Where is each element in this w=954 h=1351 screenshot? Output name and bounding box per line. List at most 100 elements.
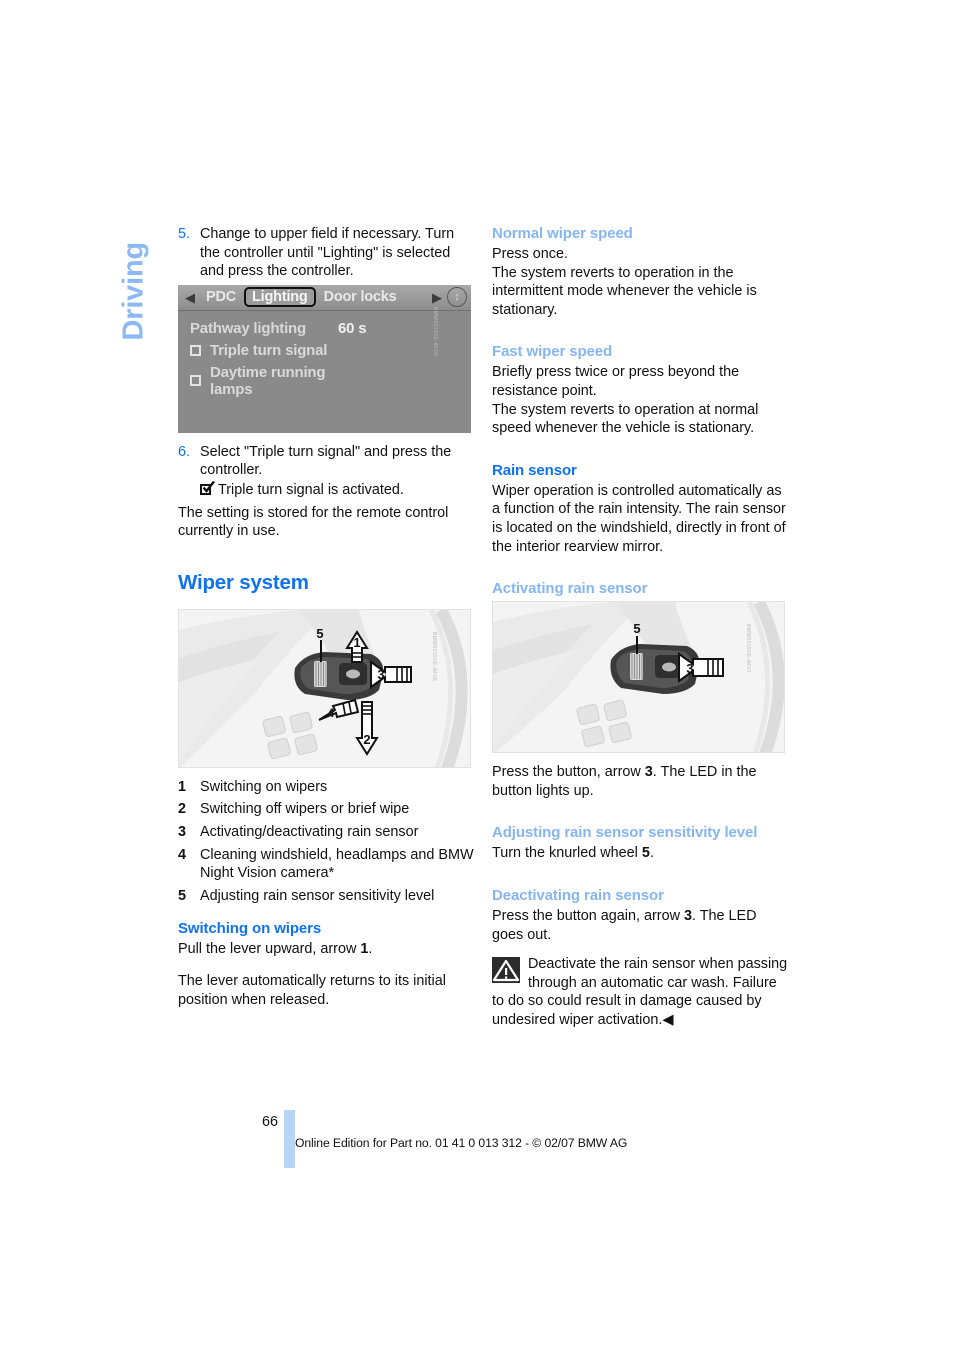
svg-text:4: 4: [328, 706, 335, 720]
figure-code: BMW0015VE-AF05: [431, 306, 438, 357]
legend-text: Activating/deactivating rain sensor: [200, 823, 419, 840]
idrive-screen-figure: ◀ PDC Lighting Door locks ▶ ↕ Pathway li…: [178, 284, 471, 433]
heading-activating-rain-sensor: Activating rain sensor: [492, 580, 648, 598]
step-result-text: Triple turn signal is activated.: [218, 481, 404, 498]
step-text: Change to upper field if necessary. Turn…: [200, 226, 455, 280]
idrive-tab-door-locks[interactable]: Door locks: [316, 289, 405, 305]
figure-code: BMW0015VE-AF06: [430, 631, 437, 681]
legend-text: Cleaning windshield, headlamps and BMW N…: [200, 846, 474, 882]
scroll-indicator-icon: ↕: [447, 287, 467, 308]
svg-text:5: 5: [316, 626, 323, 641]
heading-normal-wiper-speed: Normal wiper speed: [492, 225, 633, 242]
legend-number: 2: [178, 801, 187, 818]
legend-text: Switching on wipers: [200, 778, 328, 795]
step-result: Triple turn signal is activated.: [200, 480, 474, 500]
idrive-row-label: Triple turn signal: [210, 341, 328, 359]
setting-stored-text: The setting is stored for the remote con…: [178, 504, 449, 540]
lever-return-text: The lever automatically returns to its i…: [178, 972, 446, 1008]
heading-deactivating-rain-sensor: Deactivating rain sensor: [492, 886, 664, 904]
instruction-text: Pull the lever upward, arrow: [178, 941, 361, 958]
idrive-row-label: Daytime running lamps: [210, 363, 326, 398]
heading-switching-on-wipers: Switching on wipers: [178, 920, 322, 938]
rain-sensor-illustration: 5 3: [493, 602, 784, 753]
instruction-text: Press the button again, arrow: [492, 907, 684, 924]
switching-on-instruction: Pull the lever upward, arrow 1.: [178, 940, 474, 959]
chevron-left-icon[interactable]: ◀: [182, 291, 198, 304]
page-number: 66: [262, 1114, 279, 1130]
checkmark-icon: [202, 480, 215, 493]
procedure-step-5: 5. Change to upper field if necessary. T…: [178, 225, 474, 281]
idrive-row-daytime-running-lamps[interactable]: Daytime running lamps: [190, 364, 459, 398]
heading-fast-wiper-speed: Fast wiper speed: [492, 343, 613, 361]
wiper-stalk-illustration: 5 1 2 3 4: [179, 609, 470, 767]
legend-number: 3: [178, 823, 187, 840]
rain-sensor-description: Wiper operation is controlled automatica…: [492, 482, 786, 555]
idrive-row-pathway-lighting[interactable]: Pathway lighting 60 s: [190, 320, 459, 337]
procedure-step-6: 6. Select "Triple turn signal" and press…: [178, 443, 474, 500]
legend-item: 4 Cleaning windshield, headlamps and BMW…: [178, 846, 474, 883]
idrive-row-triple-turn-signal[interactable]: Triple turn signal: [190, 342, 459, 359]
adjusting-instruction: Turn the knurled wheel 5.: [492, 844, 788, 863]
legend-item: 1 Switching on wipers: [178, 778, 474, 797]
idrive-menu-bar: ◀ PDC Lighting Door locks ▶ ↕: [178, 284, 471, 311]
instruction-text-end: .: [368, 941, 373, 958]
idrive-row-value: 60 s: [338, 319, 367, 337]
legend-number: 1: [178, 778, 187, 795]
svg-text:3: 3: [377, 667, 384, 682]
checkbox-icon[interactable]: [190, 344, 201, 356]
step-number: 6.: [178, 443, 191, 460]
chevron-right-icon[interactable]: ▶: [429, 291, 445, 304]
left-column: 5. Change to upper field if necessary. T…: [178, 225, 474, 1022]
legend-item: 2 Switching off wipers or brief wipe: [178, 800, 474, 819]
idrive-menu-body: Pathway lighting 60 s Triple turn signal…: [178, 310, 471, 433]
step-text: Select "Triple turn signal" and press th…: [200, 443, 452, 479]
wiper-legend-list: 1 Switching on wipers 2 Switching off wi…: [178, 778, 474, 906]
idrive-tab-lighting[interactable]: Lighting: [244, 287, 316, 308]
idrive-row-label: Pathway lighting: [190, 319, 306, 337]
idrive-tab-pdc[interactable]: PDC: [198, 289, 244, 305]
warning-text: Deactivate the rain sensor when passing …: [492, 956, 788, 1028]
checkbox-icon[interactable]: [190, 375, 201, 387]
deactivating-instruction: Press the button again, arrow 3. The LED…: [492, 907, 788, 944]
edition-line: Online Edition for Part no. 01 41 0 013 …: [295, 1136, 628, 1150]
section-title-wiper-system: Wiper system: [178, 570, 309, 594]
legend-text: Switching off wipers or brief wipe: [200, 801, 410, 818]
chapter-tab-label: Driving: [117, 242, 150, 341]
svg-text:5: 5: [633, 621, 640, 636]
right-column: Normal wiper speed Press once. The syste…: [492, 225, 788, 1029]
control-reference: 5: [641, 845, 650, 862]
rain-sensor-figure: 5 3 BMW0015VE-AF07: [492, 601, 785, 754]
normal-speed-line1: Press once.: [492, 246, 568, 262]
warning-triangle-glyph: [492, 959, 520, 982]
activating-instruction: Press the button, arrow 3. The LED in th…: [492, 763, 788, 800]
checked-checkbox-icon: [200, 480, 215, 497]
legend-number: 4: [178, 846, 187, 863]
figure-code: BMW0015VE-AF07: [744, 624, 751, 674]
normal-speed-line2: The system reverts to operation in the i…: [492, 264, 757, 318]
legend-text: Adjusting rain sensor sensitivity level: [200, 887, 435, 904]
instruction-text: Press the button, arrow: [492, 764, 645, 781]
fast-speed-line1: Briefly press twice or press beyond the …: [492, 364, 740, 399]
page-marker-bar: [284, 1110, 295, 1168]
legend-item: 5 Adjusting rain sensor sensitivity leve…: [178, 887, 474, 906]
legend-number: 5: [178, 887, 187, 904]
instruction-text: Turn the knurled wheel: [492, 845, 642, 862]
step-text-wrapper: Select "Triple turn signal" and press th…: [200, 443, 474, 500]
svg-text:1: 1: [353, 635, 360, 650]
step-number: 5.: [178, 226, 191, 242]
warning-end-marker: ◀: [662, 1011, 674, 1028]
instruction-text-end: .: [649, 845, 654, 862]
svg-text:3: 3: [686, 661, 693, 676]
svg-text:2: 2: [363, 732, 370, 747]
legend-item: 3 Activating/deactivating rain sensor: [178, 823, 474, 842]
wiper-stalk-figure: 5 1 2 3 4 BMW0015VE-AF06: [178, 608, 471, 768]
warning-triangle-icon: [492, 957, 520, 984]
fast-speed-line2: The system reverts to operation at norma…: [492, 401, 759, 437]
heading-adjusting-sensitivity: Adjusting rain sensor sensitivity level: [492, 824, 758, 842]
arrow-reference: 3: [683, 907, 692, 924]
chapter-tab: Driving: [112, 222, 158, 342]
